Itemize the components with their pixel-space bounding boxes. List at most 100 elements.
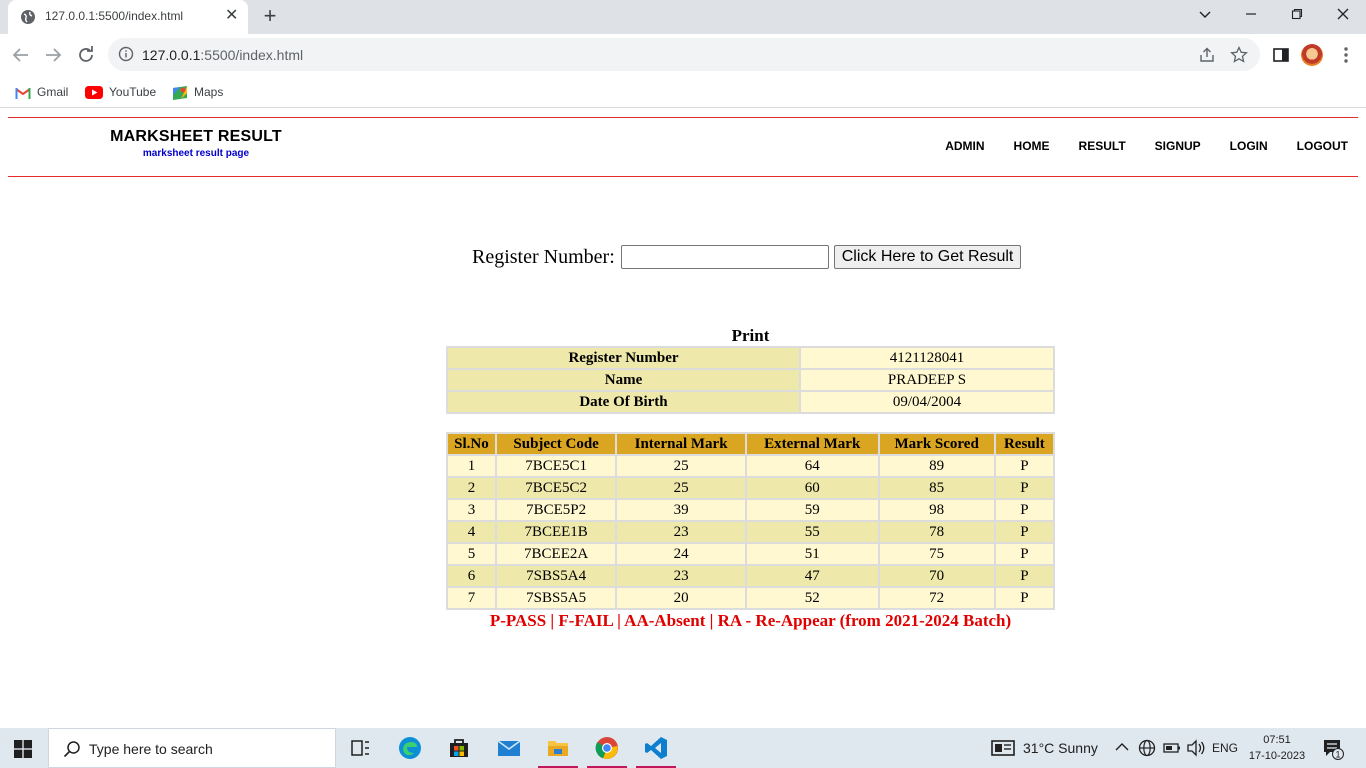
table-row: 1 7BCE5C1 25 64 89 P bbox=[448, 456, 1053, 476]
table-row: 6 7SBS5A4 23 47 70 P bbox=[448, 566, 1053, 586]
nav-admin[interactable]: ADMIN bbox=[945, 139, 984, 153]
browser-tab[interactable]: 127.0.0.1:5500/index.html ✕ bbox=[8, 0, 248, 34]
chrome-taskbar-button[interactable] bbox=[584, 728, 630, 768]
bookmarks-bar: Gmail YouTube Maps bbox=[0, 76, 1366, 108]
nav-logout[interactable]: LOGOUT bbox=[1297, 139, 1348, 153]
table-cell: 72 bbox=[879, 588, 994, 608]
file-explorer-taskbar-button[interactable] bbox=[535, 728, 581, 768]
weather-text[interactable]: 31°C Sunny bbox=[1023, 740, 1098, 756]
info-value: 4121128041 bbox=[801, 348, 1053, 368]
task-view-icon bbox=[351, 740, 369, 756]
taskbar-search[interactable]: Type here to search bbox=[48, 728, 336, 768]
column-header: External Mark bbox=[746, 434, 878, 454]
taskbar-search-placeholder: Type here to search bbox=[89, 741, 213, 757]
edge-icon bbox=[399, 737, 421, 759]
restore-icon[interactable] bbox=[1285, 4, 1309, 26]
info-key: Register Number bbox=[448, 348, 799, 368]
table-cell: 7 bbox=[448, 588, 495, 608]
url-host: 127.0.0.1 bbox=[142, 47, 201, 63]
table-cell: 7BCE5C1 bbox=[496, 456, 616, 476]
store-taskbar-button[interactable] bbox=[436, 728, 482, 768]
windows-taskbar: Type here to search 31°C Sunny ENG 07:51… bbox=[0, 728, 1366, 768]
chrome-icon bbox=[595, 737, 618, 759]
edge-taskbar-button[interactable] bbox=[387, 728, 433, 768]
get-result-button[interactable]: Click Here to Get Result bbox=[833, 245, 1022, 269]
table-cell: 52 bbox=[746, 588, 878, 608]
student-info-table: Register Number 4121128041 Name PRADEEP S Da… bbox=[446, 346, 1055, 414]
table-cell: 7BCEE1B bbox=[496, 522, 616, 542]
nav-login[interactable]: LOGIN bbox=[1230, 139, 1268, 153]
column-header: Sl.No bbox=[448, 434, 495, 454]
close-tab-icon[interactable]: ✕ bbox=[225, 7, 238, 25]
marks-table: Sl.No Subject Code Internal Mark External M… bbox=[446, 432, 1055, 610]
column-header: Result bbox=[995, 434, 1053, 454]
back-arrow-icon[interactable] bbox=[10, 44, 32, 66]
task-view-button[interactable] bbox=[337, 728, 383, 768]
bookmark-gmail[interactable]: Gmail bbox=[15, 82, 68, 102]
side-panel-icon[interactable] bbox=[1270, 44, 1292, 66]
reload-icon[interactable] bbox=[75, 44, 97, 66]
table-cell: 24 bbox=[617, 544, 745, 564]
register-number-label: Register Number: bbox=[472, 245, 615, 268]
search-icon bbox=[63, 741, 80, 758]
info-value: PRADEEP S bbox=[801, 370, 1053, 390]
table-cell: P bbox=[995, 544, 1053, 564]
table-cell: P bbox=[995, 478, 1053, 498]
profile-avatar[interactable] bbox=[1301, 44, 1323, 66]
table-cell: 7SBS5A4 bbox=[496, 566, 616, 586]
bookmark-label: Gmail bbox=[37, 85, 69, 99]
notification-count: 1 bbox=[1335, 750, 1340, 760]
table-cell: P bbox=[995, 588, 1053, 608]
register-number-input[interactable] bbox=[620, 245, 829, 269]
column-header: Subject Code bbox=[496, 434, 616, 454]
table-cell: 64 bbox=[746, 456, 878, 476]
more-menu-icon[interactable] bbox=[1335, 44, 1357, 66]
notification-icon[interactable]: 1 bbox=[1322, 738, 1344, 760]
url-text: 127.0.0.1:5500/index.html bbox=[142, 47, 303, 63]
clock-date: 17-10-2023 bbox=[1248, 750, 1306, 762]
table-cell: 98 bbox=[879, 500, 994, 520]
chevron-up-icon[interactable] bbox=[1115, 742, 1129, 752]
close-window-icon[interactable] bbox=[1331, 4, 1355, 26]
windows-start-icon[interactable] bbox=[14, 740, 32, 758]
page-subtitle: marksheet result page bbox=[142, 148, 250, 159]
table-cell: 60 bbox=[746, 478, 878, 498]
table-cell: 1 bbox=[448, 456, 495, 476]
table-cell: 75 bbox=[879, 544, 994, 564]
language-indicator[interactable]: ENG bbox=[1212, 741, 1238, 755]
site-info-icon[interactable] bbox=[118, 46, 134, 62]
table-row: 7 7SBS5A5 20 52 72 P bbox=[448, 588, 1053, 608]
bookmark-youtube[interactable]: YouTube bbox=[85, 82, 156, 102]
share-icon[interactable] bbox=[1198, 46, 1216, 64]
print-link[interactable]: Print bbox=[447, 326, 1054, 346]
table-cell: P bbox=[995, 500, 1053, 520]
tab-search-icon[interactable] bbox=[1193, 4, 1217, 26]
folder-icon bbox=[548, 741, 568, 756]
address-bar[interactable]: 127.0.0.1:5500/index.html bbox=[108, 38, 1260, 71]
nav-home[interactable]: HOME bbox=[1014, 139, 1050, 153]
globe-icon bbox=[21, 10, 35, 24]
network-globe-icon[interactable] bbox=[1138, 739, 1156, 757]
table-cell: 47 bbox=[746, 566, 878, 586]
new-tab-button[interactable]: + bbox=[258, 4, 282, 28]
vscode-taskbar-button[interactable] bbox=[633, 728, 679, 768]
system-clock[interactable]: 07:51 17-10-2023 bbox=[1247, 732, 1307, 764]
table-row: 2 7BCE5C2 25 60 85 P bbox=[448, 478, 1053, 498]
site-header: MARKSHEET RESULT marksheet result page A… bbox=[8, 117, 1358, 177]
bookmark-star-icon[interactable] bbox=[1230, 46, 1248, 64]
battery-icon[interactable] bbox=[1163, 741, 1181, 755]
nav-signup[interactable]: SIGNUP bbox=[1155, 139, 1201, 153]
mail-taskbar-button[interactable] bbox=[486, 728, 532, 768]
volume-icon[interactable] bbox=[1186, 739, 1206, 757]
table-cell: 7BCE5C2 bbox=[496, 478, 616, 498]
info-row: Date Of Birth 09/04/2004 bbox=[448, 392, 1053, 412]
brand: MARKSHEET RESULT marksheet result page bbox=[110, 128, 282, 159]
forward-arrow-icon[interactable] bbox=[42, 44, 64, 66]
table-cell: 7BCEE2A bbox=[496, 544, 616, 564]
bookmark-maps[interactable]: Maps bbox=[172, 82, 223, 102]
weather-news-icon[interactable] bbox=[991, 739, 1015, 757]
table-cell: 25 bbox=[617, 478, 745, 498]
register-search-form: Register Number: Click Here to Get Resul… bbox=[472, 244, 1022, 270]
minimize-icon[interactable] bbox=[1239, 4, 1263, 26]
nav-result[interactable]: RESULT bbox=[1079, 139, 1126, 153]
